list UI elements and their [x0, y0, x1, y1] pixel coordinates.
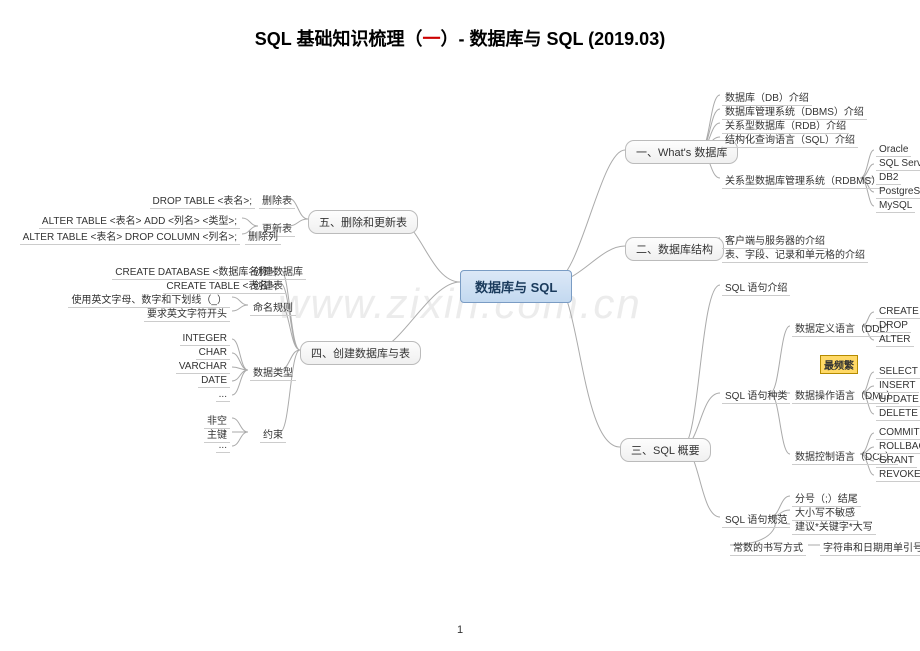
b3-types: SQL 语句种类: [722, 386, 790, 404]
dml-select: SELECT: [876, 365, 920, 379]
type-more: ...: [216, 388, 230, 402]
b5-drop: 删除表: [259, 191, 295, 209]
branch-4: 四、创建数据库与表: [300, 341, 421, 365]
b3-rules: SQL 语句规范: [722, 510, 790, 528]
ddl-drop: DROP: [876, 319, 911, 333]
b1-sql: 结构化查询语言（SQL）介绍: [722, 130, 858, 148]
b2-table: 表、字段、记录和单元格的介绍: [722, 245, 868, 263]
dcl-commit: COMMIT: [876, 426, 920, 440]
branch-3: 三、SQL 概要: [620, 438, 711, 462]
b4-types: 数据类型: [250, 363, 296, 381]
branch-5: 五、删除和更新表: [308, 210, 418, 234]
rdbms-mysql: MySQL: [876, 199, 915, 213]
rdbms-sqlserver: SQL Server: [876, 157, 920, 171]
b3-intro: SQL 语句介绍: [722, 278, 790, 296]
b5-dropcol: 删除列: [245, 227, 281, 245]
dcl-grant: GRANT: [876, 454, 917, 468]
dml-insert: INSERT: [876, 379, 919, 393]
rdbms-db2: DB2: [876, 171, 901, 185]
naming-2: 要求英文字符开头: [144, 304, 230, 322]
b5-drop-sql: DROP TABLE <表名>;: [150, 191, 255, 209]
rdbms-oracle: Oracle: [876, 143, 911, 157]
type-varchar: VARCHAR: [176, 360, 230, 374]
ddl-create: CREATE: [876, 305, 920, 319]
type-date: DATE: [198, 374, 230, 388]
type-integer: INTEGER: [180, 332, 230, 346]
b1-rdbms: 关系型数据库管理系统（RDBMS）: [722, 171, 884, 189]
b5-dropcol-sql: ALTER TABLE <表名> DROP COLUMN <列名>;: [20, 227, 240, 245]
dml-delete: DELETE: [876, 407, 920, 421]
b4-constraints: 约束: [260, 425, 286, 443]
b4-createtable: 创建表: [250, 276, 286, 294]
ddl-alter: ALTER: [876, 333, 914, 347]
dcl-revoke: REVOKE: [876, 468, 920, 482]
b3-most-frequent: 最频繁: [820, 355, 858, 374]
rule-keyword: 建议*关键字*大写: [792, 517, 876, 535]
branch-2: 二、数据库结构: [625, 237, 724, 261]
cons-more: ...: [216, 439, 230, 453]
type-char: CHAR: [196, 346, 230, 360]
rule-const: 字符串和日期用单引号括起来（'）: [820, 538, 920, 556]
rdbms-postgresql: PostgreSQL: [876, 185, 920, 199]
dml-update: UPDATE: [876, 393, 920, 407]
dcl-rollback: ROLLBACK: [876, 440, 920, 454]
center-node: 数据库与 SQL: [460, 270, 572, 303]
rule-const-label: 常数的书写方式: [730, 538, 806, 556]
b4-naming: 命名规则: [250, 298, 296, 316]
